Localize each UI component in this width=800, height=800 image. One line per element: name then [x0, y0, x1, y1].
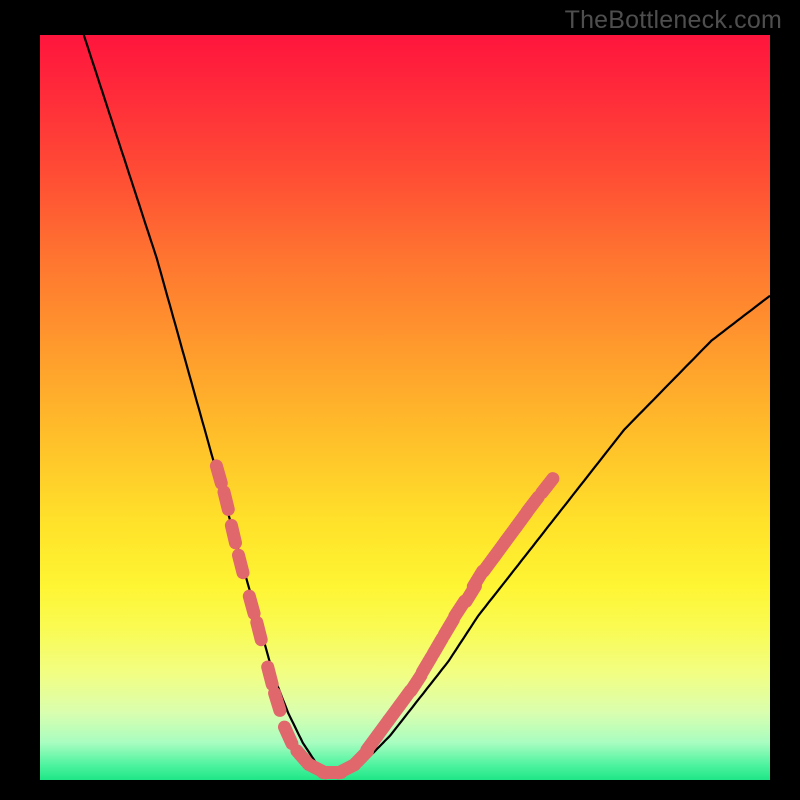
curve-marker	[216, 466, 221, 483]
bottleneck-curve-svg	[40, 35, 770, 780]
curve-marker	[285, 727, 292, 743]
curve-marker	[224, 492, 228, 510]
chart-frame: TheBottleneck.com	[0, 0, 800, 800]
curve-marker	[249, 596, 254, 613]
curve-marker	[275, 693, 280, 710]
watermark-text: TheBottleneck.com	[565, 6, 782, 35]
curve-marker	[231, 525, 235, 543]
curve-marker	[268, 667, 273, 684]
curve-marker	[257, 622, 261, 639]
plot-area	[40, 35, 770, 780]
curve-marker	[542, 479, 553, 493]
curve-marker	[527, 497, 538, 511]
curve-marker	[239, 555, 244, 573]
